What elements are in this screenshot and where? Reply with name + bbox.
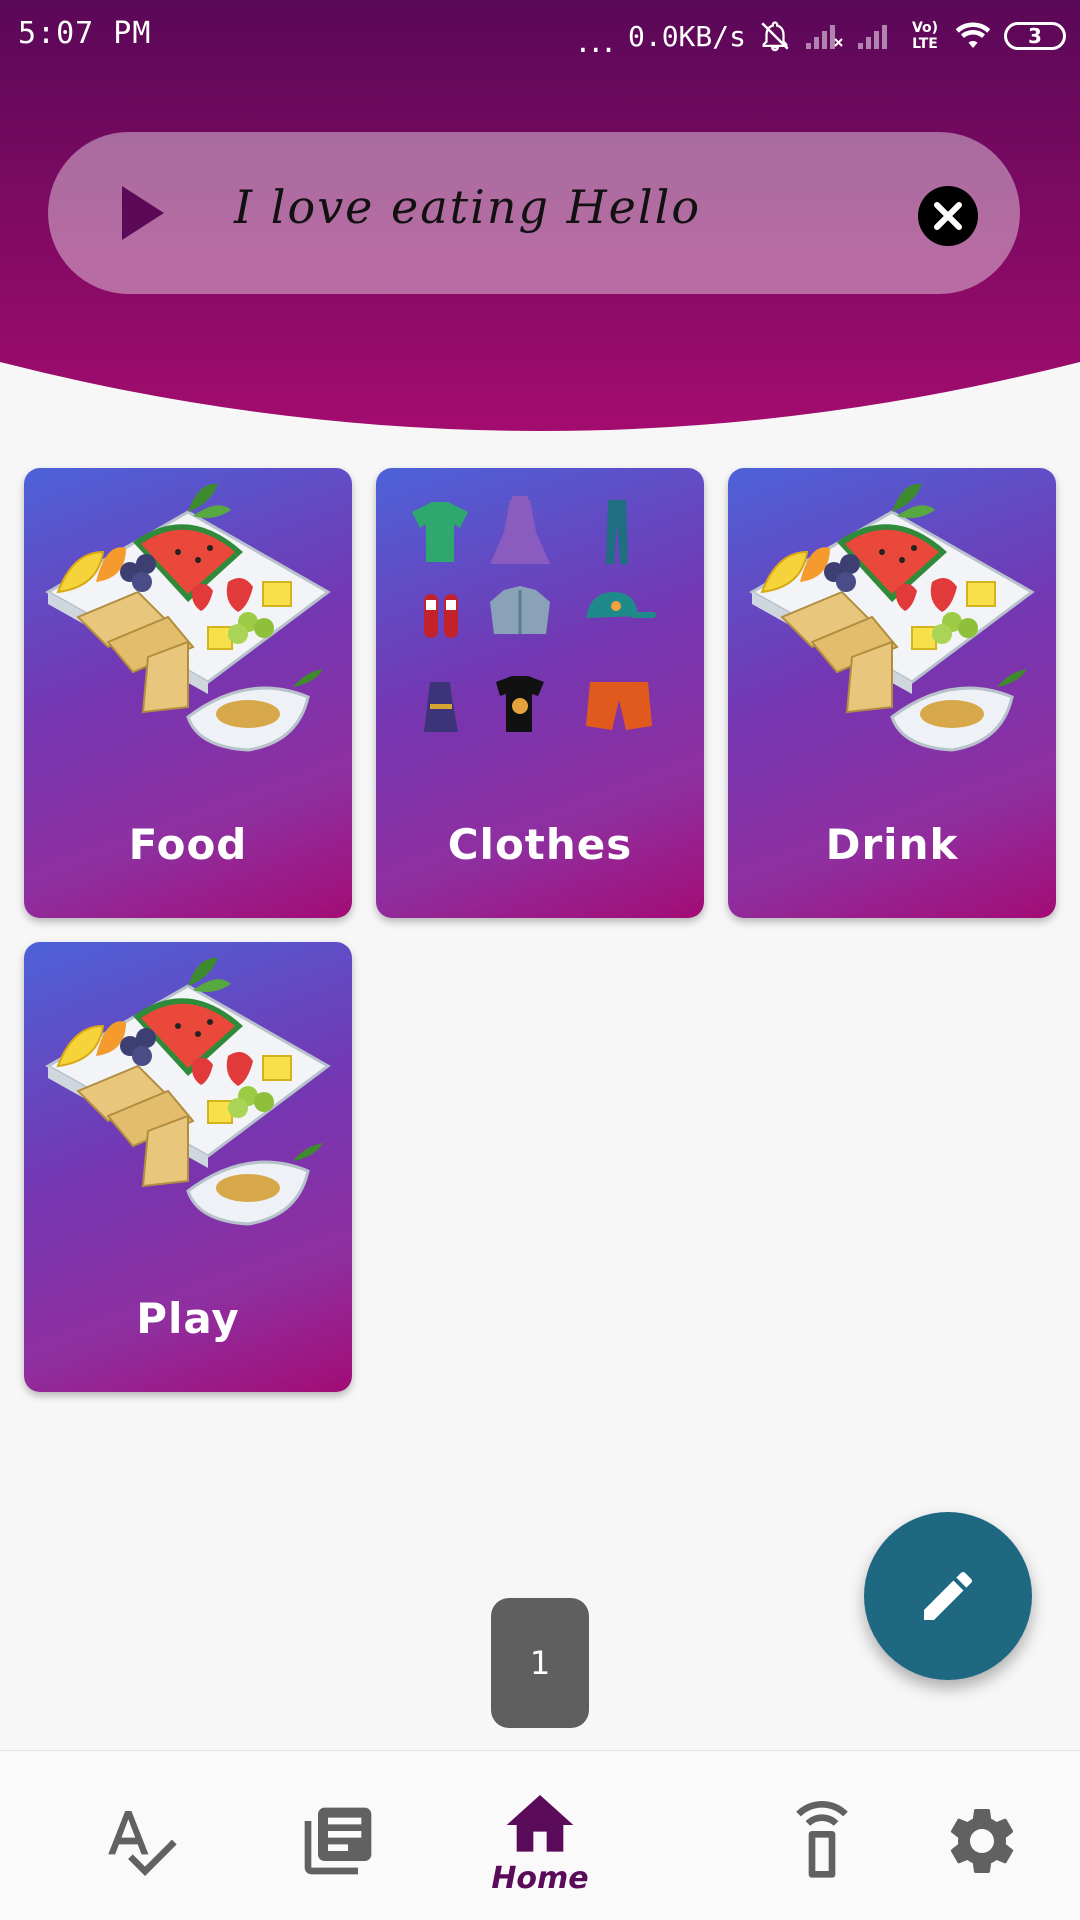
close-icon — [934, 202, 962, 230]
food-plate-icon — [38, 482, 338, 772]
sentence-text: I love eating Hello — [234, 180, 702, 234]
remote-device-icon — [796, 1801, 848, 1878]
food-plate-icon — [38, 956, 338, 1246]
spellcheck-icon — [108, 1811, 177, 1876]
nav-library[interactable] — [258, 1751, 418, 1920]
pencil-icon — [924, 1571, 972, 1620]
library-books-icon — [304, 1807, 372, 1875]
status-time: 5:07 PM — [18, 16, 152, 51]
status-icons: ... 0.0KB/s Vo) LTE 3 — [578, 14, 1066, 58]
nav-spellcheck[interactable] — [60, 1751, 220, 1920]
signal-1-icon — [806, 25, 843, 49]
volte-badge: Vo) LTE — [911, 20, 939, 52]
bottom-navigation: Home — [0, 1750, 1080, 1920]
status-bar: 5:07 PM ... 0.0KB/s Vo) LTE 3 — [0, 0, 1080, 72]
category-label: Food — [128, 820, 248, 869]
category-card-clothes[interactable]: Clothes — [376, 468, 704, 918]
header: 5:07 PM ... 0.0KB/s Vo) LTE 3 I love eat… — [0, 0, 1080, 440]
food-plate-icon — [742, 482, 1042, 772]
category-card-play[interactable]: Play — [24, 942, 352, 1392]
nav-remote-device[interactable] — [742, 1751, 902, 1920]
nav-settings[interactable] — [942, 1751, 1062, 1920]
signal-2-icon — [858, 25, 887, 49]
nav-home[interactable]: Home — [460, 1751, 620, 1920]
clear-sentence-button[interactable] — [918, 186, 978, 246]
home-icon — [506, 1795, 574, 1852]
category-card-food[interactable]: Food — [24, 468, 352, 918]
category-label: Play — [136, 1294, 240, 1343]
play-icon[interactable] — [108, 180, 174, 246]
edit-fab-button[interactable] — [864, 1512, 1032, 1680]
clothes-grid-icon — [412, 496, 656, 732]
more-dots-icon: ... — [577, 21, 616, 61]
page-indicator: 1 — [491, 1598, 589, 1728]
nav-home-label: Home — [491, 1861, 589, 1896]
wifi-icon — [955, 22, 991, 48]
battery-icon: 3 — [1004, 22, 1066, 50]
sentence-bar: I love eating Hello — [48, 132, 1020, 294]
category-label: Drink — [825, 820, 959, 869]
net-speed: 0.0KB/s — [627, 19, 746, 53]
category-card-drink[interactable]: Drink — [728, 468, 1056, 918]
category-label: Clothes — [447, 820, 633, 869]
settings-gear-icon — [950, 1809, 1014, 1873]
mute-bell-icon — [761, 21, 789, 52]
